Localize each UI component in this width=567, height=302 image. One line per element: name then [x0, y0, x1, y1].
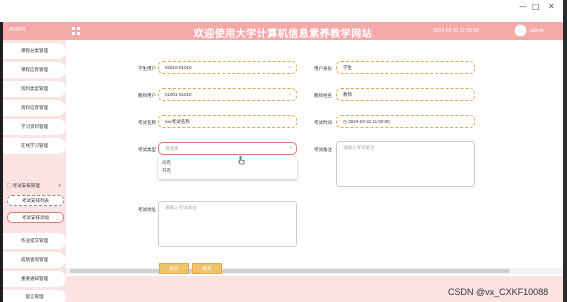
sidebar-group-label: 考试安排管理 [12, 183, 40, 188]
teacher-name-label: 教师姓名 [314, 93, 332, 98]
sidebar-item-score[interactable]: 成绩查询管理 [3, 252, 66, 268]
submit-button[interactable]: 提交 [159, 263, 189, 274]
exam-time-value: 2024-03-31 11:00:00 [348, 119, 390, 124]
exam-type-label: 考试类型 [138, 147, 156, 152]
exam-time-label: 考试时间 [314, 120, 332, 125]
sidebar-item-course-info[interactable]: 课程信息管理 [3, 62, 66, 78]
exam-type-select[interactable]: 请选择 ˄ [158, 142, 297, 155]
hand-cursor-icon [238, 156, 245, 165]
window-right-edge [563, 0, 567, 302]
user-role-label: 用户身份 [314, 66, 332, 71]
sidebar: 课程分类管理 课程信息管理 资料类型管理 资料信息管理 学习资料管理 在线学习管… [3, 40, 66, 302]
exam-type-option-open[interactable]: 开卷 [158, 167, 297, 175]
minimize-button[interactable]: — [519, 2, 527, 11]
close-window-button[interactable]: ✕ [548, 2, 555, 11]
window-titlebar [0, 0, 567, 22]
exam-type-placeholder: 请选择 [165, 146, 179, 151]
exam-type-dropdown: 闭卷 开卷 [158, 156, 297, 179]
maximize-button[interactable]: □ [532, 2, 540, 11]
exam-note-label: 考试备注 [314, 147, 332, 152]
avatar[interactable] [514, 24, 527, 37]
exam-note-textarea[interactable]: 请输入考试备注 [336, 141, 475, 187]
teacher-name-field[interactable]: 教师 [336, 88, 475, 101]
student-user-label: 学生用户 [138, 66, 156, 71]
exam-name-input[interactable]: xxx考试名称 [158, 115, 297, 128]
main-content [66, 40, 563, 276]
exam-name-label: 考试名称 [138, 120, 156, 125]
sidebar-item-notice[interactable]: 重要通知管理 [3, 271, 66, 287]
cancel-button[interactable]: 取消 [192, 263, 222, 274]
sidebar-subitem-exam-list[interactable]: 考试安排列表 [7, 195, 64, 206]
horizontal-scrollbar[interactable] [66, 268, 563, 274]
header-username[interactable]: admin [530, 28, 544, 34]
exam-address-textarea[interactable]: 请输入考试地址 [158, 201, 297, 247]
teacher-user-label: 教师用户 [138, 93, 156, 98]
sidebar-item-study-material[interactable]: 学习资料管理 [3, 119, 66, 135]
student-user-select[interactable]: 02010-01010 ⌄ [158, 61, 297, 74]
exam-address-label: 考试地址 [138, 207, 156, 212]
sidebar-group-exam[interactable]: ▢ 考试安排管理 ˄ [3, 178, 66, 194]
top-header: ADMIN 欢迎使用大学计算机信息素养教学网站 2024-03-31 11:00… [3, 22, 563, 40]
exam-type-option-closed[interactable]: 闭卷 [158, 159, 297, 167]
header-clock: 2024-03-31 11:00:58 [433, 28, 480, 34]
sidebar-item-material-type[interactable]: 资料类型管理 [3, 81, 66, 97]
sidebar-item-course-category[interactable]: 课程分类管理 [3, 43, 66, 59]
clock-icon: ◷ [343, 119, 347, 124]
chevron-up-icon: ˄ [58, 183, 61, 188]
user-role-field[interactable]: 学生 [336, 61, 475, 74]
sidebar-item-message[interactable]: 留言管理 [3, 292, 66, 302]
sidebar-subitem-exam-add[interactable]: 考试安排添加 [7, 212, 64, 223]
teacher-user-value: 01001-01010 [165, 92, 192, 97]
exam-time-picker[interactable]: ◷ 2024-03-31 11:00:00 [336, 115, 475, 128]
sidebar-item-online-study[interactable]: 在线学习管理 [3, 138, 66, 154]
sidebar-item-material-info[interactable]: 资料信息管理 [3, 100, 66, 116]
student-user-value: 02010-01010 [165, 65, 192, 70]
watermark-text: CSDN @vx_CXKF10088 [448, 287, 549, 297]
sidebar-item-homework[interactable]: 作业提交管理 [3, 233, 66, 249]
teacher-user-select[interactable]: 01001-01010 ⌄ [158, 88, 297, 101]
